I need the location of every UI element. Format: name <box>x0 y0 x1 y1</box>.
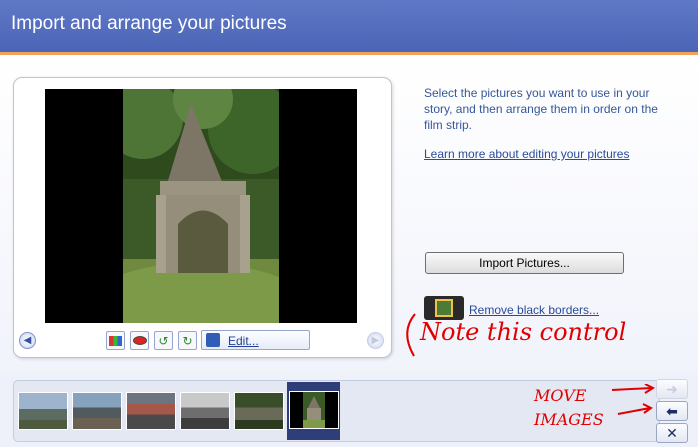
preview-photo <box>123 89 279 323</box>
thumbnail-3[interactable] <box>126 392 176 430</box>
thumbnail-4[interactable] <box>180 392 230 430</box>
remove-borders-button[interactable] <box>424 296 464 320</box>
close-icon: ✕ <box>666 424 678 441</box>
red-eye-button[interactable] <box>130 331 149 350</box>
remove-black-borders-link[interactable]: Remove black borders... <box>469 303 599 317</box>
annotation-note: Note this control <box>420 318 627 346</box>
page-title: Import and arrange your pictures <box>11 13 287 34</box>
instructions-text: Select the pictures you want to use in y… <box>424 86 658 132</box>
left-arrow-icon: ◀ <box>23 335 32 346</box>
red-eye-icon <box>132 336 147 345</box>
rotate-right-icon: ↻ <box>182 333 193 348</box>
learn-more-link[interactable]: Learn more about editing your pictures <box>424 147 629 161</box>
edit-icon <box>206 333 220 347</box>
header-bar: Import and arrange your pictures <box>0 0 698 55</box>
move-right-button[interactable]: ➜ <box>656 379 688 399</box>
thumbnail-5[interactable] <box>234 392 284 430</box>
thumbnail-2[interactable] <box>72 392 122 430</box>
delete-picture-button[interactable]: ✕ <box>656 423 688 443</box>
previous-picture-button[interactable]: ◀ <box>19 332 36 349</box>
annotation-bracket <box>406 313 416 357</box>
photo-stack-icon <box>435 299 453 317</box>
levels-icon <box>109 335 122 346</box>
left-arrow-icon: ⬅ <box>666 402 678 419</box>
edit-button-label: Edit... <box>228 334 259 348</box>
rotate-left-button[interactable]: ↺ <box>154 331 173 350</box>
move-left-button[interactable]: ⬅ <box>656 401 688 421</box>
rotate-right-button[interactable]: ↻ <box>178 331 197 350</box>
next-picture-button[interactable]: ▶ <box>367 332 384 349</box>
annotation-arrows <box>611 384 656 415</box>
auto-adjust-button[interactable] <box>106 331 125 350</box>
import-pictures-button[interactable]: Import Pictures... <box>425 252 624 274</box>
thumbnail-6[interactable] <box>289 391 339 429</box>
right-arrow-icon: ➜ <box>666 380 678 397</box>
thumbnail-1[interactable] <box>18 392 68 430</box>
edit-button[interactable]: Edit... <box>201 330 310 350</box>
rotate-left-icon: ↺ <box>158 333 169 348</box>
thumbnail-6-image <box>303 392 325 428</box>
right-arrow-icon: ▶ <box>371 335 380 346</box>
